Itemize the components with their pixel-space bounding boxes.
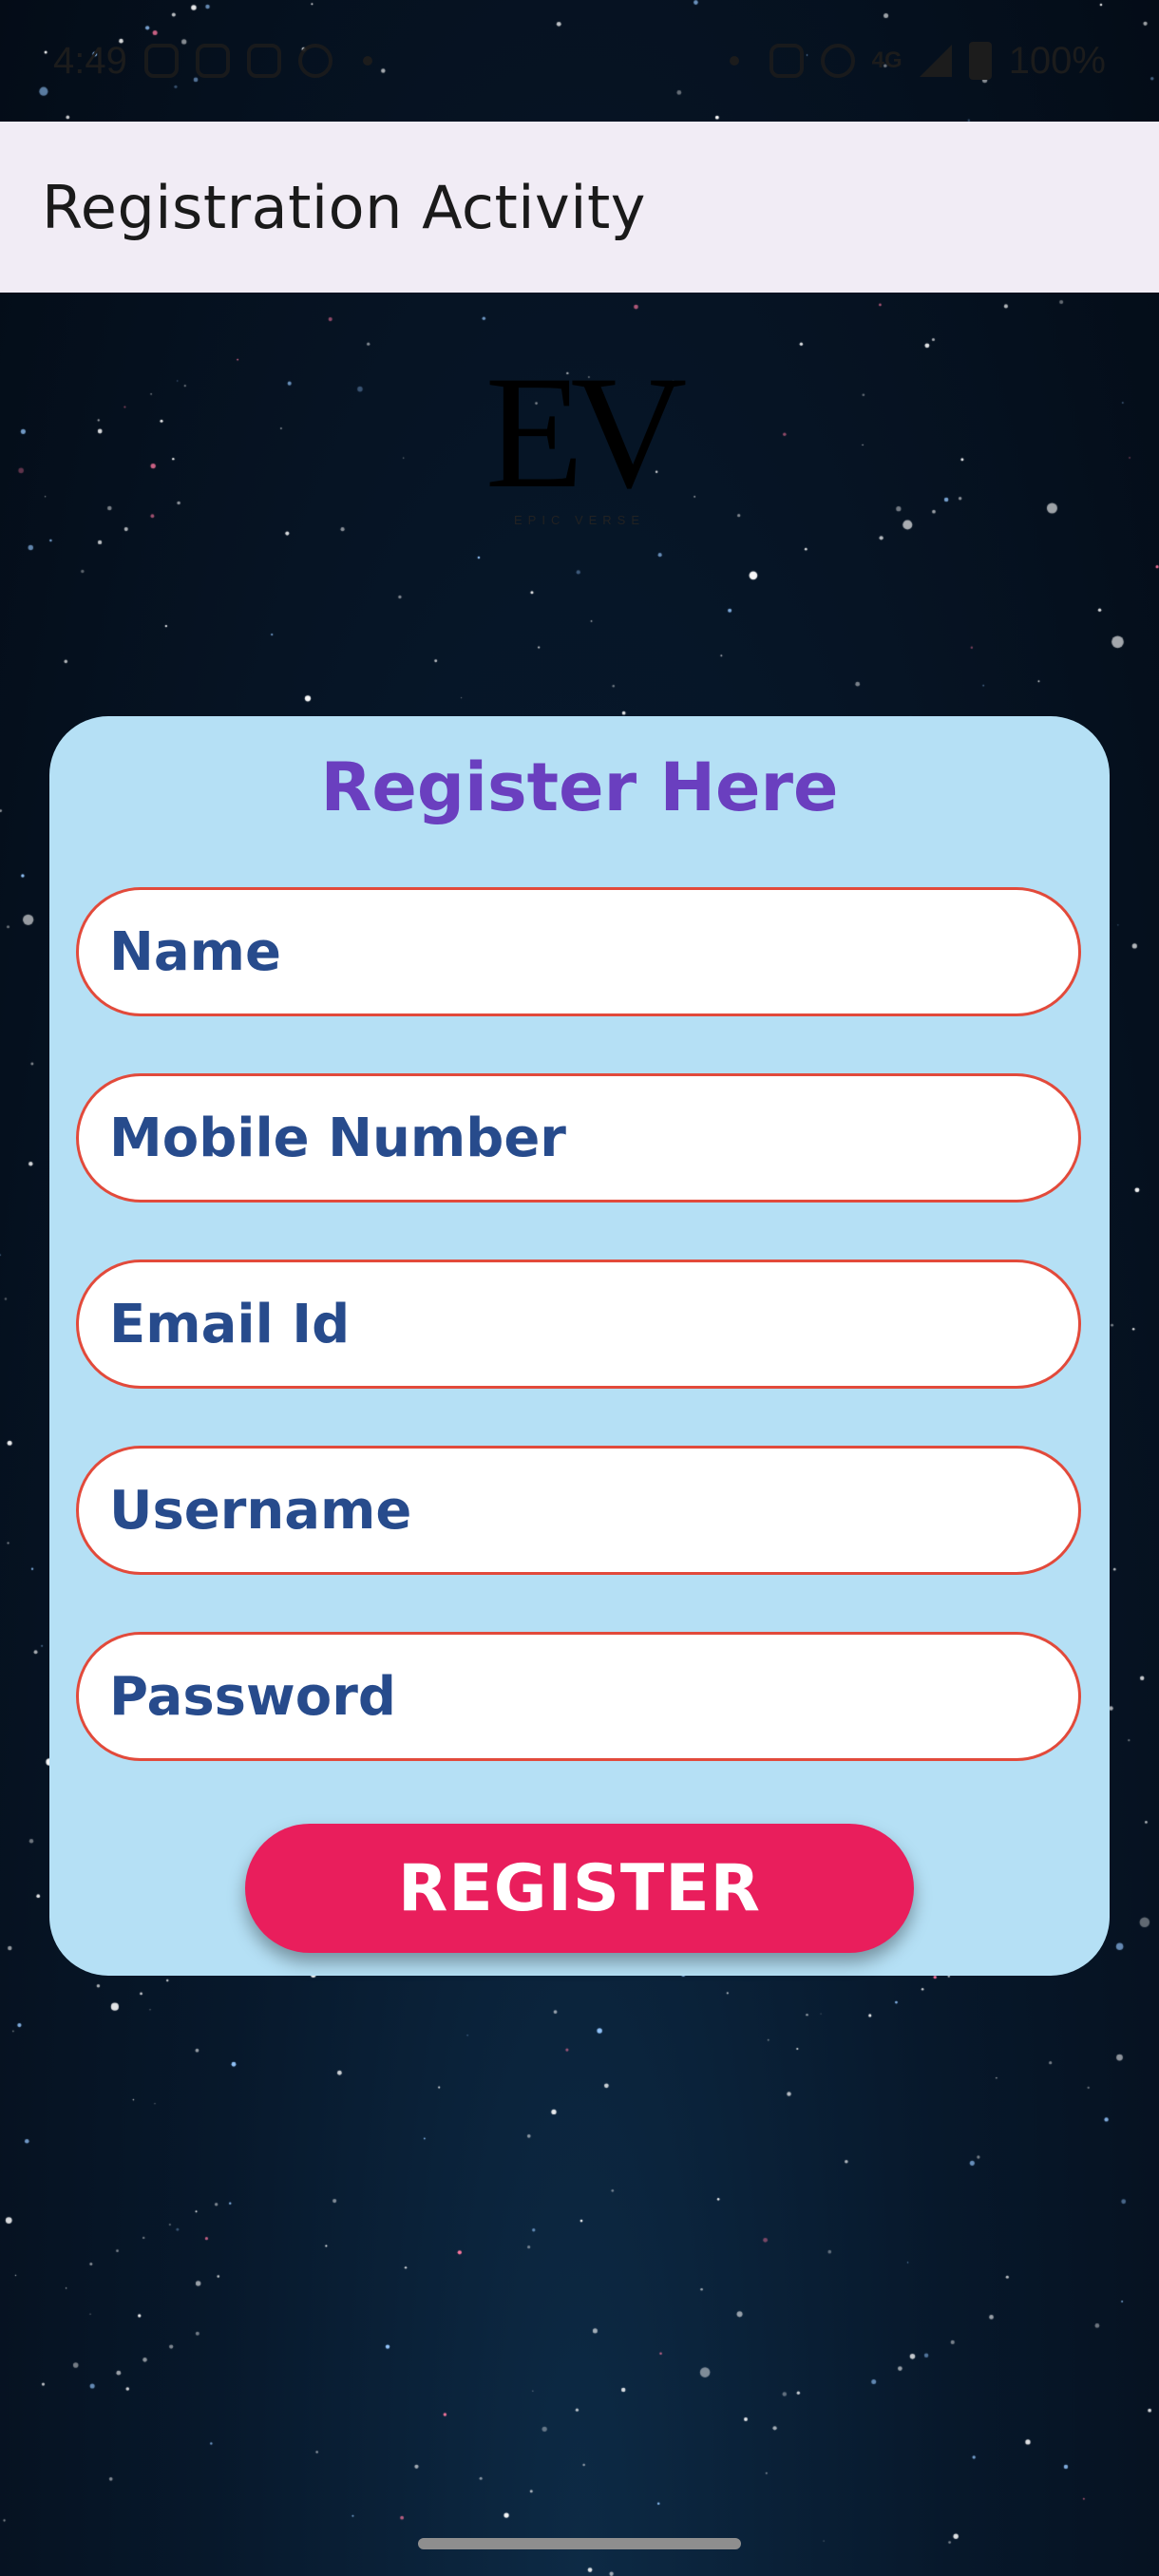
status-right: 4G 100% [716,40,1106,83]
notification-dot-icon [362,56,372,66]
email-id-field[interactable] [76,1260,1081,1389]
status-bar: 4:49 4G 100% [0,0,1159,122]
battery-percent: 100% [1008,39,1106,82]
screen: 4:49 4G 100% Registration Activity EV EP… [0,0,1159,2576]
epic-verse-logo: EV EPIC VERSE [466,351,694,541]
username-field[interactable] [76,1446,1081,1575]
status-time: 4:49 [53,39,127,82]
register-button[interactable]: REGISTER [245,1824,914,1953]
app-bar: Registration Activity [0,122,1159,293]
instagram-icon [195,44,230,78]
battery-icon [968,42,992,80]
mobile-number-input[interactable] [107,1106,1078,1170]
logo-mark: EV [484,343,688,521]
password-input[interactable] [107,1664,1078,1729]
name-input[interactable] [107,919,1078,984]
cast-icon [769,44,804,78]
instagram-icon [143,44,179,78]
whatsapp-icon [297,44,332,78]
signal-icon [919,45,952,77]
name-field[interactable] [76,887,1081,1016]
mobile-number-field[interactable] [76,1073,1081,1203]
app-bar-title: Registration Activity [42,172,646,242]
registration-card: Register Here REGISTER [49,716,1110,1976]
form-title: Register Here [320,748,839,826]
email-id-input[interactable] [107,1292,1078,1356]
instagram-icon [246,44,281,78]
network-type-label: 4G [871,47,902,73]
status-left: 4:49 [53,40,386,83]
password-field[interactable] [76,1632,1081,1761]
username-input[interactable] [107,1478,1078,1543]
dot-icon [729,56,739,66]
gesture-nav-handle[interactable] [418,2538,741,2549]
hotspot-icon [820,44,855,78]
